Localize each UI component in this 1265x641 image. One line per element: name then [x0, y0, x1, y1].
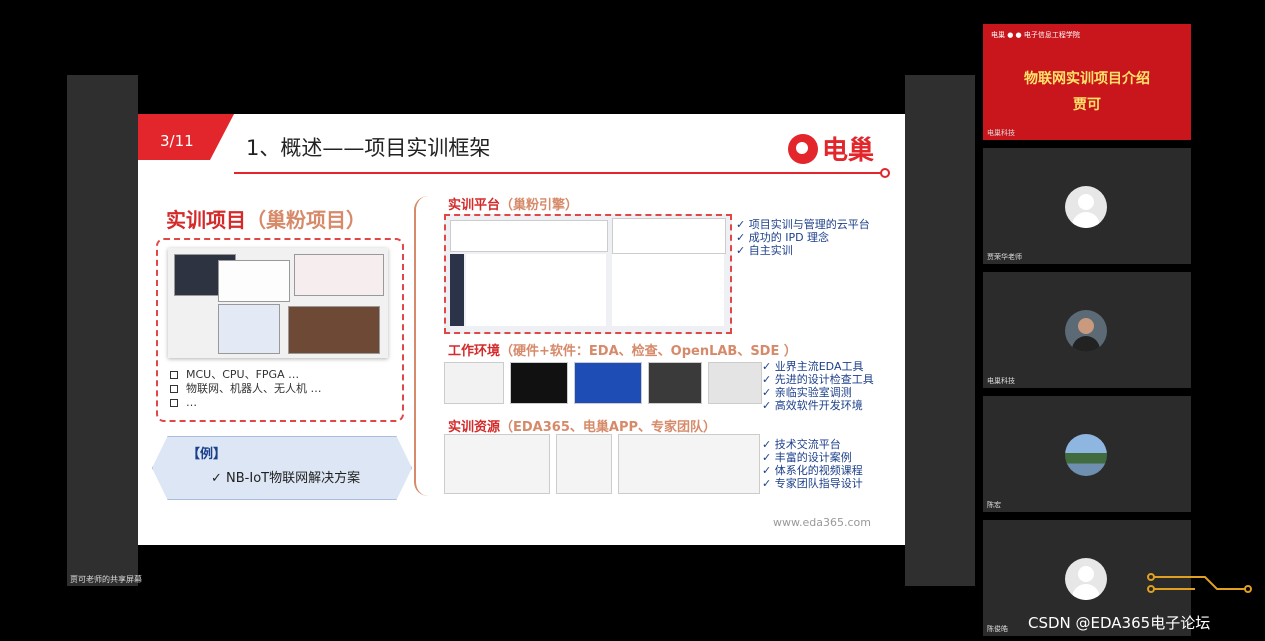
avatar — [1065, 310, 1107, 352]
shared-slide: 3/11 1、概述——项目实训框架 电巢 实训项目（巢粉项目） MCU、CPU、… — [138, 114, 905, 545]
participant-name: 陈宏 — [987, 501, 1001, 509]
thumb-sde — [708, 362, 762, 404]
participant-name: 贾荣华老师 — [987, 253, 1022, 261]
thumb-eda365-site — [444, 434, 550, 494]
project-title: 实训项目（巢粉项目） — [166, 204, 366, 233]
square-bullet-icon — [170, 399, 178, 407]
screenshot-app — [218, 304, 280, 354]
thumb-lab — [648, 362, 702, 404]
share-left-margin — [67, 75, 138, 586]
logo-mark-icon — [788, 133, 818, 164]
list-item: MCU、CPU、FPGA … — [170, 368, 322, 382]
slide-title: 1、概述——项目实训框架 — [246, 136, 491, 160]
dianchao-logo: 电巢 — [788, 130, 874, 167]
example-box: 【例】 ✓ NB-IoT物联网解决方案 — [152, 436, 412, 500]
brace-divider — [414, 196, 430, 496]
section-environment-title: 工作环境（硬件+软件：EDA、检查、OpenLAB、SDE ） — [448, 344, 797, 359]
screenshot-iot-platform — [294, 254, 384, 296]
thumb-pcb — [510, 362, 568, 404]
resource-checks: ✓ 技术交流平台 ✓ 丰富的设计案例 ✓ 体系化的视频课程 ✓ 专家团队指导设计 — [762, 438, 863, 490]
platform-checks: ✓ 项目实训与管理的云平台 ✓ 成功的 IPD 理念 ✓ 自主实训 — [736, 218, 870, 257]
project-screenshots — [168, 248, 388, 358]
participant-name: 电巢科技 — [987, 129, 1015, 137]
title-dot — [880, 168, 890, 178]
list-item: ✓ 高效软件开发环境 — [762, 399, 863, 412]
section-resources-title: 实训资源（EDA365、电巢APP、专家团队） — [448, 420, 717, 435]
project-title-main: 实训项目 — [166, 208, 246, 232]
screenshot-board — [288, 306, 380, 354]
circuit-logo-icon — [1147, 573, 1252, 593]
list-item: ✓ 先进的设计检查工具 — [762, 373, 874, 386]
project-title-sub: （巢粉项目） — [246, 208, 366, 232]
banner-presenter: 贾可 — [1073, 97, 1101, 113]
thumb-cases — [556, 434, 612, 494]
resource-thumbnails — [444, 434, 760, 494]
list-item: ✓ 专家团队指导设计 — [762, 477, 863, 490]
screenshot-ide — [218, 260, 290, 302]
share-right-margin — [905, 75, 975, 586]
page-number: 3/11 — [160, 132, 194, 150]
logo-text: 电巢 — [822, 136, 875, 166]
avatar-icon — [1065, 186, 1107, 228]
list-item: … — [170, 396, 322, 410]
square-bullet-icon — [170, 385, 178, 393]
csdn-watermark: CSDN @EDA365电子论坛 — [1028, 614, 1211, 632]
section-platform-title: 实训平台（巢粉引擎） — [448, 198, 579, 213]
participant-tile[interactable]: 陈宏 — [983, 396, 1191, 512]
list-item: ✓ 技术交流平台 — [762, 438, 841, 451]
list-item: ✓ 成功的 IPD 理念 — [736, 231, 830, 244]
project-box: MCU、CPU、FPGA … 物联网、机器人、无人机 … … — [156, 238, 404, 422]
list-item: 物联网、机器人、无人机 … — [170, 382, 322, 396]
title-underline — [234, 172, 884, 174]
example-head: 【例】 — [187, 447, 227, 462]
platform-screenshot — [444, 214, 732, 334]
site-url: www.eda365.com — [773, 516, 871, 529]
thumb-layout — [574, 362, 642, 404]
project-bullets: MCU、CPU、FPGA … 物联网、机器人、无人机 … … — [170, 368, 322, 410]
avatar-icon — [1065, 558, 1107, 600]
banner-title: 物联网实训项目介绍 — [1024, 71, 1150, 87]
participant-name: 电巢科技 — [987, 377, 1015, 385]
thumb-eda — [444, 362, 504, 404]
list-item: ✓ 业界主流EDA工具 — [762, 360, 864, 373]
list-item: ✓ 体系化的视频课程 — [762, 464, 863, 477]
presenter-banner-tile[interactable]: 电巢 ● ● 电子信息工程学院 物联网实训项目介绍 贾可 电巢科技 — [983, 24, 1191, 140]
participant-tile[interactable]: 贾荣华老师 — [983, 148, 1191, 264]
banner-logos: 电巢 ● ● 电子信息工程学院 — [991, 31, 1080, 39]
list-item: ✓ 项目实训与管理的云平台 — [736, 218, 870, 231]
avatar — [1065, 434, 1107, 476]
participant-tile[interactable]: 电巢科技 — [983, 272, 1191, 388]
example-item: ✓ NB-IoT物联网解决方案 — [211, 471, 361, 486]
thumb-courses — [618, 434, 760, 494]
environment-checks: ✓ 业界主流EDA工具 ✓ 先进的设计检查工具 ✓ 亲临实验室调测 ✓ 高效软件… — [762, 360, 874, 412]
list-item: ✓ 亲临实验室调测 — [762, 386, 852, 399]
list-item: ✓ 丰富的设计案例 — [762, 451, 852, 464]
square-bullet-icon — [170, 371, 178, 379]
participant-name: 陈俊皓 — [987, 625, 1008, 633]
list-item: ✓ 自主实训 — [736, 244, 793, 257]
environment-thumbnails — [444, 362, 762, 404]
share-screen-label: 贾可老师的共享屏幕 — [70, 575, 142, 584]
